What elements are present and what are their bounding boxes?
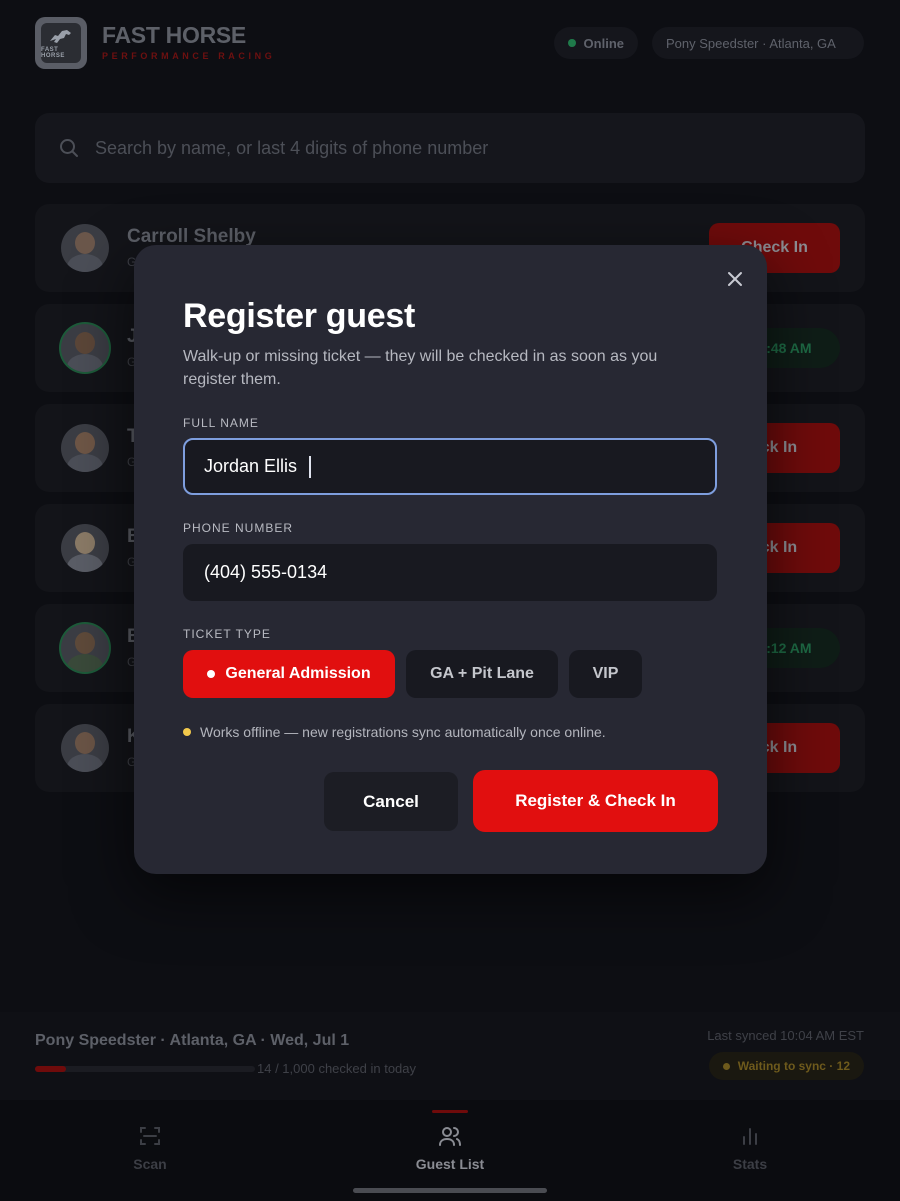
offline-note: Works offline — new registrations sync a… xyxy=(183,724,606,740)
search-placeholder: Search by name, or last 4 digits of phon… xyxy=(95,137,489,158)
avatar xyxy=(61,224,109,272)
avatar xyxy=(61,524,109,572)
bottom-tab-bar: Scan Guest List Stats xyxy=(0,1100,900,1201)
home-indicator[interactable] xyxy=(353,1188,547,1193)
dialog-title: Register guest xyxy=(183,297,415,335)
full-name-value: Jordan Ellis xyxy=(204,456,298,476)
ticket-option-label: VIP xyxy=(592,665,619,682)
phone-number-value: (404) 555-0134 xyxy=(204,562,328,582)
tab-label: Stats xyxy=(732,1156,768,1172)
tab-guest-list[interactable]: Guest List xyxy=(300,1100,600,1201)
checkin-progress-fill xyxy=(35,1066,66,1072)
ticket-option-label: GA + Pit Lane xyxy=(430,665,534,682)
scan-icon xyxy=(140,1127,160,1145)
avatar xyxy=(61,624,109,672)
avatar xyxy=(61,324,109,372)
ticket-option-general-admission[interactable]: General Admission xyxy=(183,650,395,698)
ticket-option-vip[interactable]: VIP xyxy=(569,650,642,698)
ticket-type-label: TICKET TYPE xyxy=(183,627,271,641)
event-summary: Pony Speedster · Atlanta, GA · Wed, Jul … xyxy=(35,1032,350,1049)
cancel-button[interactable]: Cancel xyxy=(324,772,458,831)
bar-chart-icon xyxy=(743,1128,757,1145)
brand-name: FAST HORSE xyxy=(102,22,246,48)
register-and-check-in-button[interactable]: Register & Check In xyxy=(473,770,718,832)
register-guest-dialog: Register guest Walk-up or missing ticket… xyxy=(134,245,767,874)
waiting-to-sync-badge[interactable]: Waiting to sync · 12 xyxy=(708,1052,864,1080)
close-icon[interactable] xyxy=(723,267,747,291)
ticket-option-label: General Admission xyxy=(225,665,371,682)
online-dot-icon xyxy=(568,39,576,47)
selected-dot-icon xyxy=(207,670,216,678)
dialog-description: Walk-up or missing ticket — they will be… xyxy=(183,348,658,388)
sync-dot-icon xyxy=(722,1062,730,1070)
avatar xyxy=(61,724,109,772)
full-name-field[interactable]: Jordan Ellis xyxy=(183,438,717,495)
users-icon xyxy=(439,1127,461,1146)
ticket-type-selector: General Admission GA + Pit Lane VIP xyxy=(183,650,653,698)
waiting-to-sync-label: Waiting to sync · 12 xyxy=(737,1059,850,1073)
brand-subtitle: PERFORMANCE RACING xyxy=(102,51,276,61)
tab-label: Guest List xyxy=(415,1156,485,1172)
app-header: FAST HORSE FAST HORSE PERFORMANCE RACING… xyxy=(0,0,900,88)
avatar xyxy=(61,424,109,472)
venue-label: Pony Speedster · Atlanta, GA xyxy=(666,35,836,51)
phone-number-field[interactable]: (404) 555-0134 xyxy=(183,544,717,601)
horse-icon xyxy=(50,30,71,43)
tab-label: Scan xyxy=(133,1156,167,1172)
logo-text: FAST HORSE xyxy=(41,47,65,59)
last-synced-label: Last synced 10:04 AM EST xyxy=(707,1028,864,1043)
checkin-progress-bar xyxy=(35,1066,255,1072)
online-status-label: Online xyxy=(583,35,624,51)
warning-dot-icon xyxy=(183,728,191,736)
text-caret xyxy=(309,455,312,478)
brand-logo: FAST HORSE xyxy=(35,17,87,69)
tab-scan[interactable]: Scan xyxy=(0,1100,300,1201)
event-status-bar: Pony Speedster · Atlanta, GA · Wed, Jul … xyxy=(0,1012,900,1100)
checked-in-count: 14 / 1,000 checked in today xyxy=(257,1061,417,1076)
offline-note-text: Works offline — new registrations sync a… xyxy=(200,724,606,740)
guest-search-input[interactable]: Search by name, or last 4 digits of phon… xyxy=(35,113,865,183)
tab-stats[interactable]: Stats xyxy=(600,1100,900,1201)
venue-pill[interactable]: Pony Speedster · Atlanta, GA xyxy=(652,27,864,59)
online-status-pill: Online xyxy=(554,27,638,59)
ticket-option-ga-pit-lane[interactable]: GA + Pit Lane xyxy=(406,650,558,698)
full-name-label: FULL NAME xyxy=(183,416,259,430)
search-icon xyxy=(60,139,78,157)
phone-number-label: PHONE NUMBER xyxy=(183,521,294,535)
